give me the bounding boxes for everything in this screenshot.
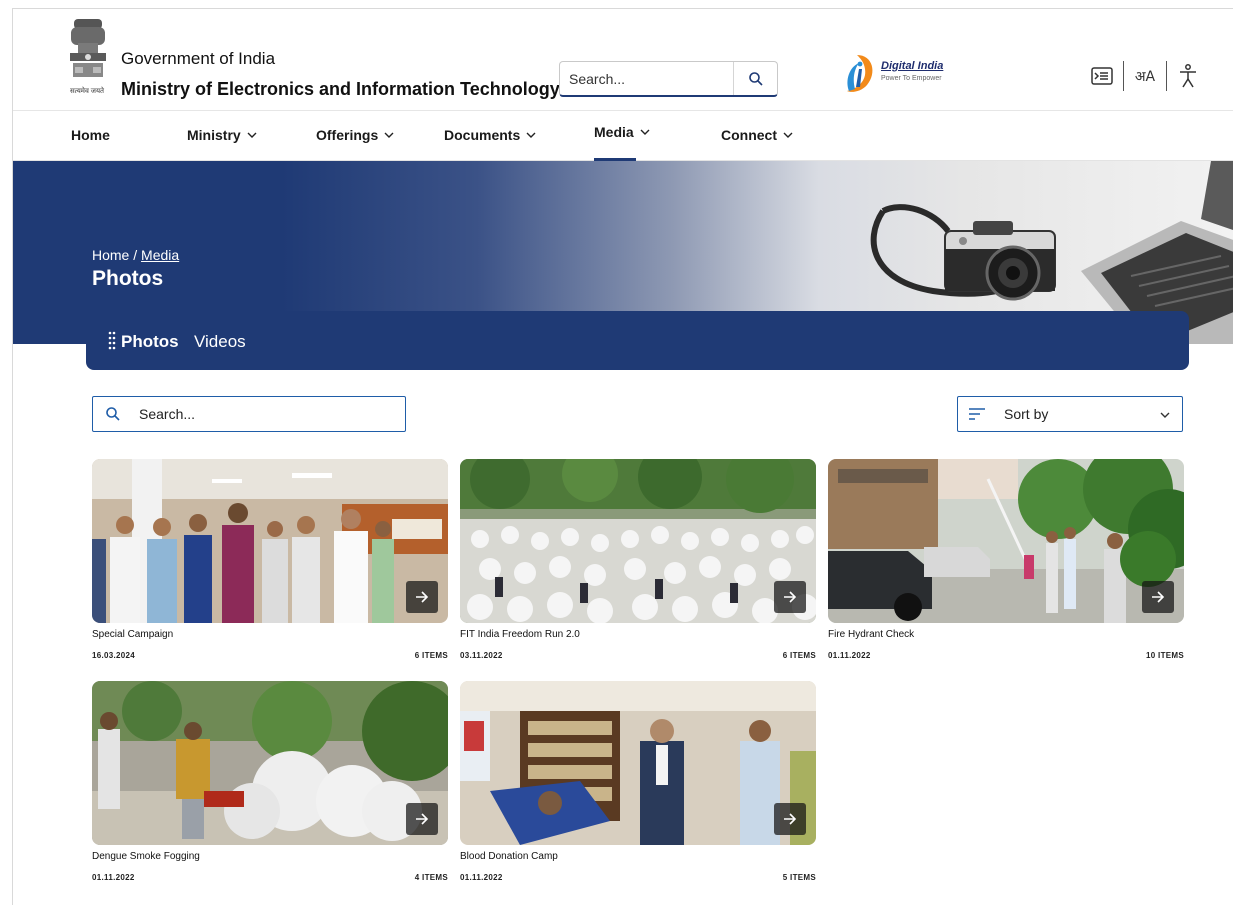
album-date: 03.11.2022: [460, 651, 503, 660]
nav-item-label: Offerings: [316, 127, 379, 143]
album-thumbnail[interactable]: [92, 681, 448, 845]
chevron-down-icon: [247, 132, 257, 138]
chevron-down-icon: [1160, 412, 1170, 418]
breadcrumb-separator: /: [129, 247, 142, 263]
breadcrumb-home[interactable]: Home: [92, 247, 129, 263]
open-album-button[interactable]: [1142, 581, 1174, 613]
album-thumbnail[interactable]: [92, 459, 448, 623]
album-card[interactable]: Fire Hydrant Check 01.11.2022 10 ITEMS: [828, 459, 1184, 664]
open-album-button[interactable]: [774, 581, 806, 613]
arrow-right-icon: [784, 591, 797, 603]
album-date: 01.11.2022: [460, 873, 503, 882]
sort-dropdown[interactable]: Sort by: [957, 396, 1183, 432]
album-item-count: 6 ITEMS: [782, 651, 816, 660]
camera-illustration: [870, 204, 1056, 301]
page-frame: सत्यमेव जयते Government of India Ministr…: [12, 8, 1233, 905]
page-title: Photos: [92, 267, 164, 290]
tool-divider: [1123, 61, 1124, 91]
header-search-field[interactable]: Search...: [559, 61, 778, 97]
album-item-count: 5 ITEMS: [782, 873, 816, 882]
language-icon: अA: [1134, 68, 1156, 85]
album-item-count: 6 ITEMS: [414, 651, 448, 660]
open-album-button[interactable]: [406, 581, 438, 613]
arrow-right-icon: [416, 813, 429, 825]
accessibility-button[interactable]: [1171, 59, 1205, 93]
media-tab-bar: Photos Videos: [86, 311, 1189, 370]
nav-item-offerings[interactable]: Offerings: [316, 127, 394, 143]
chevron-down-icon: [526, 132, 536, 138]
album-item-count: 10 ITEMS: [1146, 651, 1184, 660]
header-search-button[interactable]: [733, 62, 777, 95]
album-card[interactable]: Special Campaign 16.03.2024 6 ITEMS: [92, 459, 448, 664]
album-search-field[interactable]: Search...: [92, 396, 406, 432]
digital-india-mark-icon: [847, 55, 873, 92]
header-tools: अA: [1085, 59, 1205, 93]
nav-item-label: Media: [594, 124, 634, 140]
album-thumbnail[interactable]: [460, 459, 816, 623]
digital-india-tagline: Power To Empower: [881, 75, 942, 82]
main-navigation: Home Ministry Offerings Documents Media …: [13, 111, 1233, 161]
digital-india-logo[interactable]: Digital India Power To Empower: [843, 51, 993, 97]
search-icon: [106, 407, 120, 421]
chevron-down-icon: [783, 132, 793, 138]
open-album-button[interactable]: [406, 803, 438, 835]
album-title[interactable]: Special Campaign: [92, 629, 173, 640]
nav-item-connect[interactable]: Connect: [721, 127, 793, 143]
album-title[interactable]: Fire Hydrant Check: [828, 629, 914, 640]
header-search-input[interactable]: Search...: [560, 71, 733, 87]
tab-videos[interactable]: Videos: [194, 332, 246, 352]
album-item-count: 4 ITEMS: [414, 873, 448, 882]
breadcrumb: Home / Media: [92, 247, 179, 263]
album-card[interactable]: FIT India Freedom Run 2.0 03.11.2022 6 I…: [460, 459, 816, 664]
nav-item-ministry[interactable]: Ministry: [187, 127, 257, 143]
grid-dots-icon: [108, 331, 116, 350]
album-title[interactable]: Dengue Smoke Fogging: [92, 851, 200, 862]
album-title[interactable]: Blood Donation Camp: [460, 851, 558, 862]
government-title[interactable]: Government of India: [121, 49, 275, 69]
album-thumbnail[interactable]: [828, 459, 1184, 623]
album-card[interactable]: Blood Donation Camp 01.11.2022 5 ITEMS: [460, 681, 816, 886]
nav-item-label: Home: [71, 127, 110, 143]
sitemap-icon: [1091, 67, 1113, 85]
nav-item-label: Ministry: [187, 127, 241, 143]
arrow-right-icon: [784, 813, 797, 825]
album-date: 01.11.2022: [92, 873, 135, 882]
nav-item-home[interactable]: Home: [71, 127, 110, 143]
accessibility-icon: [1180, 64, 1196, 88]
nav-item-label: Connect: [721, 127, 777, 143]
nav-item-label: Documents: [444, 127, 521, 143]
tool-divider: [1166, 61, 1167, 91]
search-icon: [748, 71, 763, 86]
ministry-title[interactable]: Ministry of Electronics and Information …: [121, 79, 560, 100]
arrow-right-icon: [1152, 591, 1165, 603]
album-title[interactable]: FIT India Freedom Run 2.0: [460, 629, 580, 640]
sort-icon: [969, 408, 985, 420]
arrow-right-icon: [416, 591, 429, 603]
nav-item-documents[interactable]: Documents: [444, 127, 536, 143]
album-date: 01.11.2022: [828, 651, 871, 660]
sort-label: Sort by: [1004, 406, 1049, 422]
sitemap-button[interactable]: [1085, 59, 1119, 93]
nav-item-media[interactable]: Media: [594, 124, 650, 140]
album-date: 16.03.2024: [92, 651, 136, 660]
tab-photos[interactable]: Photos: [121, 332, 179, 352]
breadcrumb-media[interactable]: Media: [141, 247, 179, 263]
digital-india-title: Digital India: [881, 60, 944, 72]
site-header: सत्यमेव जयते Government of India Ministr…: [13, 9, 1233, 111]
album-card[interactable]: Dengue Smoke Fogging 01.11.2022 4 ITEMS: [92, 681, 448, 886]
album-thumbnail[interactable]: [460, 681, 816, 845]
open-album-button[interactable]: [774, 803, 806, 835]
album-search-input[interactable]: Search...: [133, 406, 195, 422]
language-toggle-button[interactable]: अA: [1128, 59, 1162, 93]
chevron-down-icon: [640, 129, 650, 135]
chevron-down-icon: [384, 132, 394, 138]
search-icon-wrap: [93, 406, 133, 422]
emblem-motto: सत्यमेव जयते: [69, 88, 105, 95]
national-emblem-icon[interactable]: [65, 17, 111, 95]
